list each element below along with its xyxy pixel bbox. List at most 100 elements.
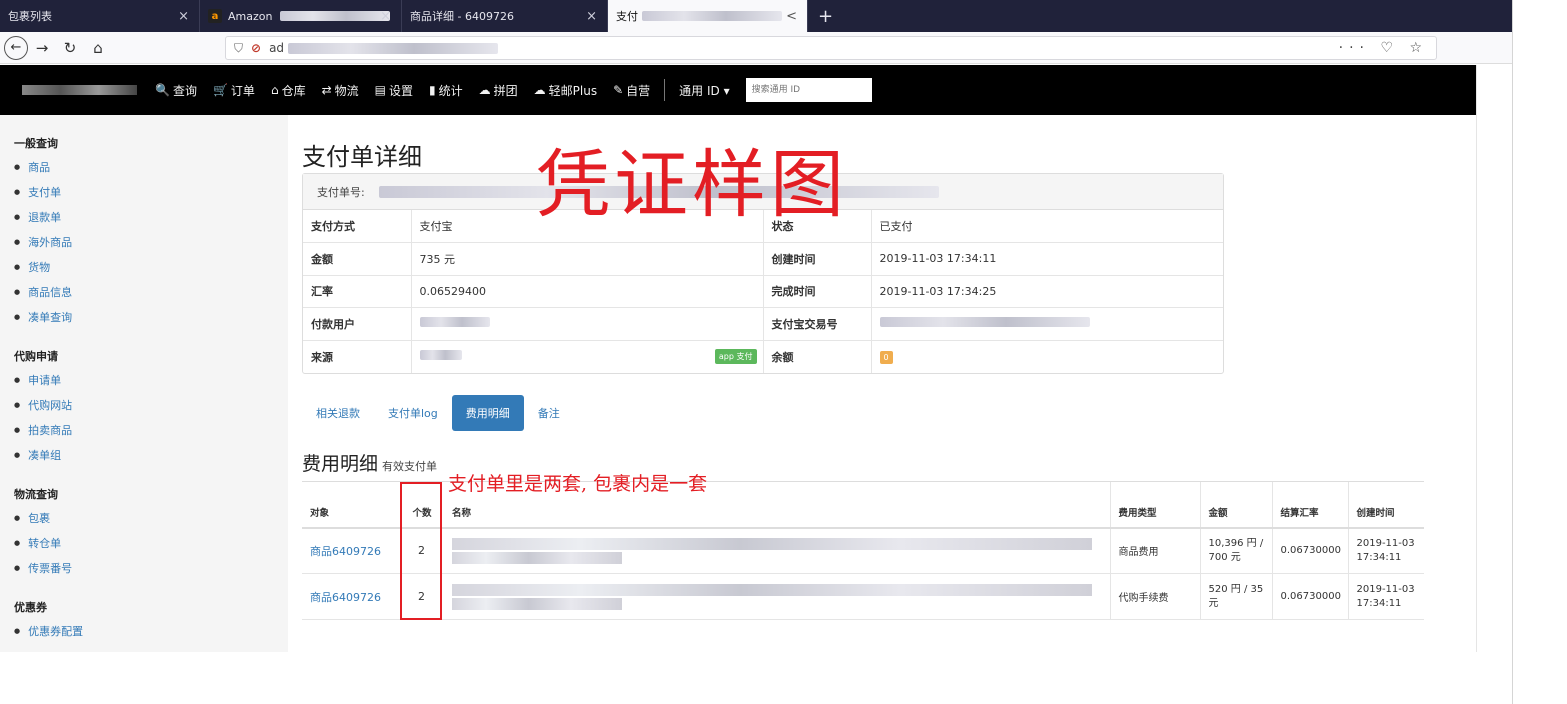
page-actions-icons[interactable]: ··· ♡ ☆ (1339, 40, 1428, 56)
blurred-text (452, 537, 1092, 550)
swap-icon: ⇄ (321, 83, 332, 97)
home-button[interactable]: ⌂ (84, 39, 112, 57)
table-row: 商品6409726 2 商品费用 10,396 円 / 700 元 0.0673… (302, 527, 1424, 574)
sidebar-group-title: 物流查询 (14, 488, 58, 501)
sidebar-item-product[interactable]: 商品 (14, 159, 288, 175)
annotation-highlight-box (400, 482, 442, 620)
field-label: 金额 (303, 242, 412, 275)
sidebar-item-package[interactable]: 包裹 (14, 510, 288, 526)
scroll-tabs-icon[interactable]: < (786, 9, 797, 24)
tab-notes[interactable]: 备注 (524, 395, 574, 431)
rate-cell: 0.06730000 (1271, 573, 1348, 620)
rate-cell: 0.06730000 (1271, 527, 1348, 574)
table-row: 付款用户 支付宝交易号 (303, 307, 1223, 340)
nav-stats[interactable]: ▮ 统计 (429, 82, 463, 99)
nav-query[interactable]: 🔍 查询 (155, 82, 197, 99)
nav-settings[interactable]: ▤ 设置 (375, 82, 413, 99)
field-label: 支付宝交易号 (763, 307, 872, 340)
browser-tab[interactable]: a Amazon × (200, 0, 402, 32)
sidebar-group-title: 一般查询 (14, 137, 58, 150)
nav-label: 拼团 (493, 83, 518, 98)
url-text: ad (269, 41, 285, 55)
blurred-text (419, 350, 462, 360)
sidebar-item-transfer[interactable]: 转仓单 (14, 535, 288, 551)
nav-self-operated[interactable]: ✎ 自营 (613, 82, 650, 99)
field-value: 2019-11-03 17:34:11 (871, 242, 1223, 275)
sidebar-item-combine-group[interactable]: 凑单组 (14, 447, 288, 463)
nav-label: 设置 (389, 83, 414, 98)
sidebar-item-overseas-product[interactable]: 海外商品 (14, 234, 288, 250)
payment-id-label: 支付单号: (317, 185, 365, 199)
table-row: 来源 app 支付 余额 0 (303, 339, 1223, 373)
arrow-left-icon: ← (10, 40, 22, 55)
table-row: 汇率 0.06529400 完成时间 2019-11-03 17:34:25 (303, 274, 1223, 308)
sidebar-item-product-info[interactable]: 商品信息 (14, 284, 288, 300)
field-label: 创建时间 (763, 242, 872, 275)
general-id-search-input[interactable] (745, 78, 872, 102)
name-cell (444, 527, 1110, 574)
nav-label: 仓库 (281, 83, 306, 98)
field-value: 2019-11-03 17:34:25 (871, 274, 1223, 308)
page-scrollbar-area[interactable] (1476, 65, 1512, 652)
url-input[interactable]: ⛉ ⊘ ad ··· ♡ ☆ (225, 36, 1437, 60)
fee-type-cell: 代购手续费 (1109, 573, 1200, 620)
forward-button[interactable]: → (28, 39, 56, 57)
nav-warehouse[interactable]: ⌂ 仓库 (271, 82, 306, 99)
tab-related-refunds[interactable]: 相关退款 (302, 395, 374, 431)
sidebar-item-goods[interactable]: 货物 (14, 259, 288, 275)
column-header: 结算汇率 (1271, 481, 1348, 529)
general-id-dropdown[interactable]: 通用 ID ▾ (679, 82, 729, 99)
list-icon: ▤ (374, 83, 386, 97)
tab-payment-log[interactable]: 支付单log (374, 395, 452, 431)
nav-orders[interactable]: 🛒 订单 (213, 82, 255, 99)
column-header: 对象 (302, 481, 400, 529)
object-link[interactable]: 商品6409726 (302, 527, 400, 574)
sidebar-item-application[interactable]: 申请单 (14, 372, 288, 388)
payer-user-link[interactable] (411, 307, 764, 340)
search-icon: 🔍 (155, 83, 170, 97)
section-subtitle: 有效支付单 (382, 460, 438, 473)
sidebar-item-coupon-config[interactable]: 优惠券配置 (14, 623, 288, 639)
field-label: 付款用户 (303, 307, 412, 340)
tab-strip: 包裹列表 × a Amazon × 商品详细 - 6409726 × 支付 < … (0, 0, 1512, 32)
object-link[interactable]: 商品6409726 (302, 573, 400, 620)
balance-value: 0 (871, 339, 1223, 373)
close-icon[interactable]: × (178, 9, 189, 24)
bar-chart-icon: ▮ (429, 83, 436, 97)
created-cell: 2019-11-03 17:34:11 (1347, 573, 1424, 620)
address-bar-row: ← → ↻ ⌂ ⛉ ⊘ ad ··· ♡ ☆ (0, 32, 1512, 64)
nav-logistics[interactable]: ⇄ 物流 (322, 82, 359, 99)
tab-title: 包裹列表 (8, 10, 52, 23)
browser-tab[interactable]: 包裹列表 × (0, 0, 200, 32)
sidebar-item-payment[interactable]: 支付单 (14, 184, 288, 200)
nav-group-buy[interactable]: ☁ 拼团 (479, 82, 518, 99)
app-navbar: 🔍 查询 🛒 订单 ⌂ 仓库 ⇄ 物流 ▤ 设置 ▮ 统计 ☁ 拼团 ☁ 轻邮Plus ✎ 自营 … (0, 65, 1476, 115)
sidebar-item-tracking[interactable]: 传票番号 (14, 560, 288, 576)
browser-tab-active[interactable]: 支付 < (608, 0, 808, 32)
blurred-text (452, 597, 622, 610)
nav-light-mail-plus[interactable]: ☁ 轻邮Plus (534, 82, 597, 99)
close-icon[interactable]: × (586, 9, 597, 24)
cloud-icon: ☁ (478, 83, 491, 97)
back-button[interactable]: ← (4, 35, 28, 60)
nav-label: 物流 (334, 83, 359, 98)
table-row: 金额 735 元 创建时间 2019-11-03 17:34:11 (303, 242, 1223, 275)
fee-table: 对象 个数 名称 费用类型 金额 结算汇率 创建时间 商品6409726 2 商… (302, 481, 1424, 620)
tab-fee-details[interactable]: 费用明细 (451, 395, 524, 431)
tab-title: 商品详细 - 6409726 (410, 10, 514, 23)
sidebar-item-refund[interactable]: 退款单 (14, 209, 288, 225)
field-value: 已支付 (879, 220, 913, 233)
edit-icon: ✎ (613, 83, 624, 97)
detail-table: 支付方式 支付宝 状态 已支付 金额 735 元 创建时间 2019-11-03… (303, 210, 1223, 373)
table-row: 商品6409726 2 代购手续费 520 円 / 35 元 0.0673000… (302, 573, 1424, 620)
reload-button[interactable]: ↻ (56, 39, 84, 57)
browser-tab[interactable]: 商品详细 - 6409726 × (402, 0, 608, 32)
sidebar-item-combine-query[interactable]: 凑单查询 (14, 309, 288, 325)
new-tab-button[interactable]: + (808, 0, 843, 32)
sidebar-item-proxy-sites[interactable]: 代购网站 (14, 397, 288, 413)
blurred-text (452, 551, 622, 564)
sidebar-group-title: 优惠券 (14, 601, 47, 614)
cart-icon: 🛒 (212, 83, 228, 97)
sidebar-item-auction[interactable]: 拍卖商品 (14, 422, 288, 438)
close-icon[interactable]: × (380, 9, 391, 24)
